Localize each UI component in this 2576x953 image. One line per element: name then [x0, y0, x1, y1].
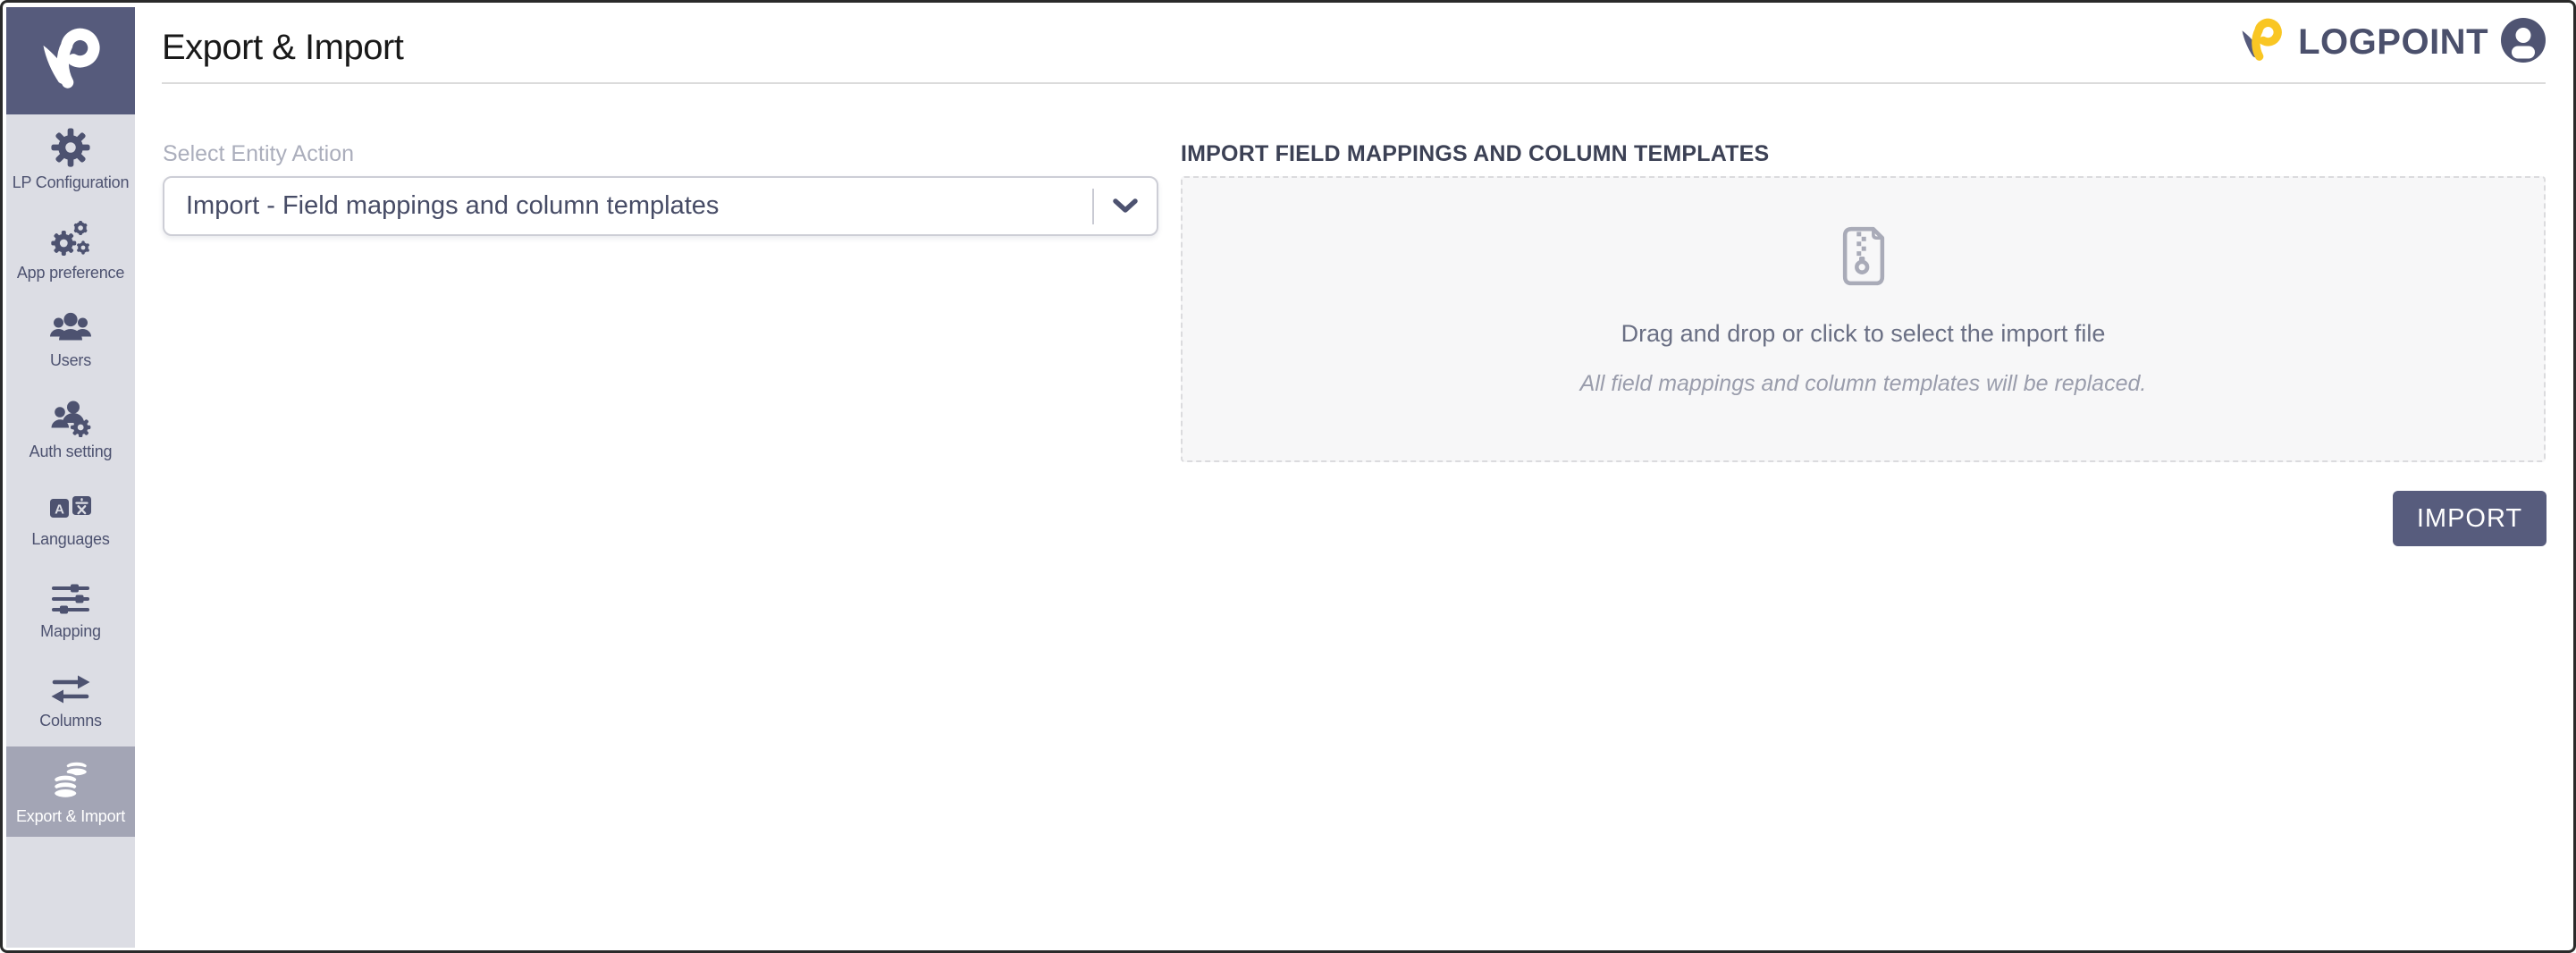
user-avatar[interactable] [2500, 17, 2547, 68]
sidebar-item-lp-configuration[interactable]: LP Configuration [6, 114, 135, 205]
page-title: Export & Import [162, 28, 403, 68]
svg-text:A: A [55, 502, 64, 518]
sidebar-item-label: Export & Import [16, 807, 125, 826]
logpoint-mark-icon [2236, 18, 2286, 66]
entity-action-selected-value: Import - Field mappings and column templ… [186, 191, 1092, 221]
entity-action-select[interactable]: Import - Field mappings and column templ… [163, 176, 1158, 236]
import-button[interactable]: IMPORT [2393, 491, 2547, 546]
logpoint-mark-icon [35, 28, 106, 94]
sliders-icon [49, 581, 92, 617]
sidebar-item-users[interactable]: Users [6, 295, 135, 385]
sidebar-item-auth-setting[interactable]: Auth setting [6, 385, 135, 476]
sidebar-item-label: Languages [31, 530, 109, 549]
sidebar-item-label: LP Configuration [13, 173, 130, 192]
users-icon [49, 310, 92, 346]
sidebar-item-label: Columns [39, 712, 102, 730]
users-gear-icon [49, 400, 92, 437]
dropzone-warning-note: All field mappings and column templates … [1580, 371, 2147, 397]
sidebar-item-export-import[interactable]: Export & Import [6, 746, 135, 837]
file-dropzone[interactable]: Drag and drop or click to select the imp… [1181, 176, 2546, 462]
zip-file-icon [1838, 224, 1890, 293]
sidebar-item-app-preference[interactable]: App preference [6, 205, 135, 295]
sidebar-item-label: Mapping [40, 622, 101, 641]
swap-arrows-icon [49, 672, 92, 706]
sidebar-nav: LP Configuration [6, 114, 135, 837]
gear-icon [50, 127, 91, 168]
app-logo [6, 7, 135, 114]
sidebar-item-mapping[interactable]: Mapping [6, 566, 135, 656]
select-divider [1092, 189, 1094, 224]
sidebar-item-columns[interactable]: Columns [6, 656, 135, 746]
header-divider [162, 82, 2546, 84]
app-window: LP Configuration [0, 0, 2576, 953]
gears-icon [49, 217, 92, 258]
translate-icon: A [48, 493, 93, 525]
select-entity-label: Select Entity Action [163, 141, 354, 167]
brand-cluster: LOGPOINT [2236, 17, 2547, 67]
coins-stack-icon [48, 757, 93, 802]
brand-wordmark: LOGPOINT [2298, 22, 2488, 63]
sidebar-item-languages[interactable]: A Languages [6, 476, 135, 566]
chevron-down-icon [1112, 198, 1139, 215]
sidebar: LP Configuration [6, 7, 135, 948]
import-panel-heading: IMPORT FIELD MAPPINGS AND COLUMN TEMPLAT… [1181, 141, 1769, 167]
dropzone-instruction: Drag and drop or click to select the imp… [1621, 320, 2106, 348]
sidebar-item-label: Users [50, 351, 91, 370]
sidebar-item-label: App preference [17, 264, 124, 283]
sidebar-item-label: Auth setting [29, 443, 113, 461]
